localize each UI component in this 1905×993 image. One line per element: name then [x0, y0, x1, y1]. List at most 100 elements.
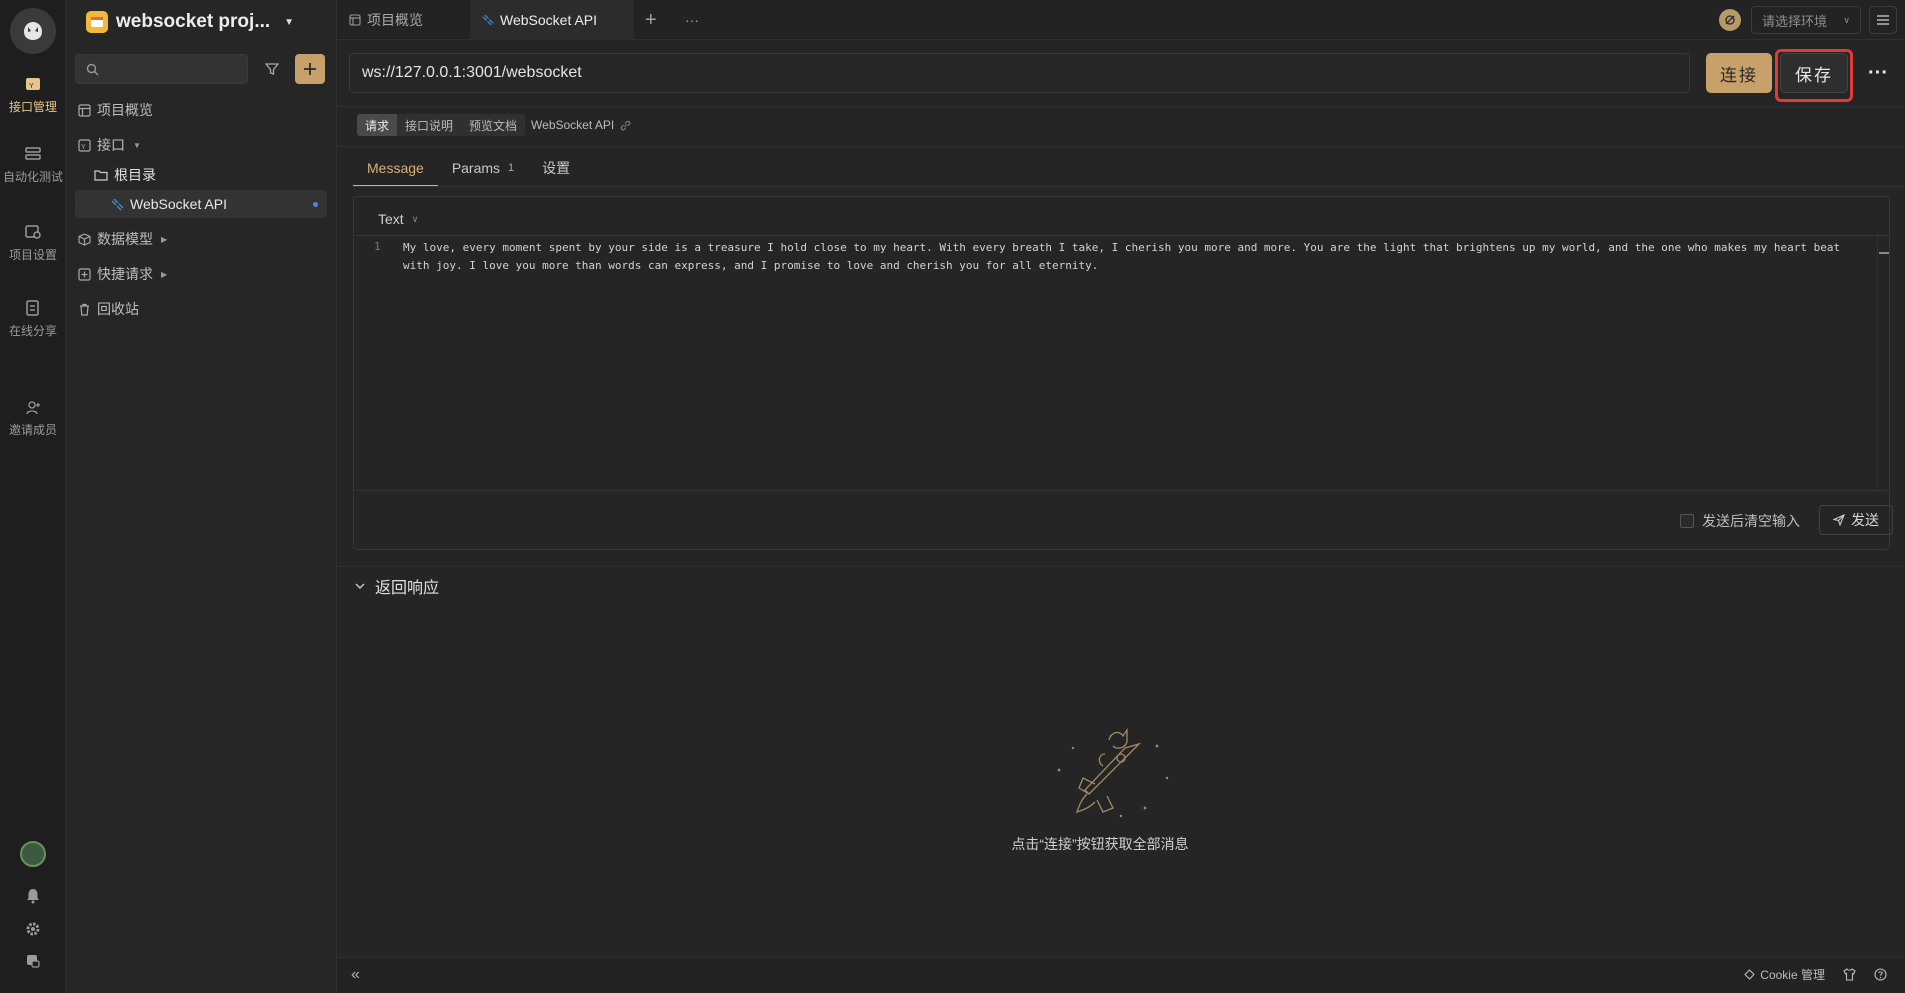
env-area: 请选择环境 ∨ — [1719, 0, 1905, 40]
more-actions-button[interactable]: ··· — [1858, 53, 1898, 93]
subtab-preview[interactable]: 预览文档 — [461, 114, 526, 136]
rail-label: 自动化测试 — [2, 170, 63, 184]
avatar[interactable] — [20, 841, 46, 867]
tree-item-websocket-api[interactable]: WebSocket API — [111, 191, 227, 217]
svg-text:Y: Y — [81, 144, 86, 151]
save-button[interactable]: 保存 — [1780, 53, 1848, 93]
tab-settings[interactable]: 设置 — [528, 150, 584, 186]
filter-button[interactable] — [257, 54, 287, 84]
tree-item-quick-request[interactable]: 快捷请求 ▶ — [78, 261, 167, 287]
rail-item-share[interactable]: 在线分享 — [0, 290, 66, 348]
divider — [337, 146, 1905, 147]
tree-label: WebSocket API — [130, 196, 228, 212]
double-chevron-left-icon: « — [351, 966, 360, 983]
help-icon[interactable] — [1874, 968, 1887, 981]
share-icon — [26, 300, 39, 316]
overview-icon — [349, 14, 361, 26]
rail-item-automation[interactable]: 自动化测试 — [0, 136, 66, 194]
response-title: 返回响应 — [375, 580, 440, 597]
search-box[interactable] — [75, 54, 248, 84]
send-button[interactable]: 发送 — [1819, 505, 1893, 535]
main-panel: 项目概览 WebSocket API + ··· 请选择环境 ∨ ws://12… — [337, 0, 1905, 993]
trash-icon — [80, 303, 89, 316]
env-status-icon[interactable] — [1719, 9, 1741, 31]
tree-item-interface[interactable]: Y 接口 ▼ — [78, 132, 141, 158]
rail-label: 项目设置 — [8, 248, 57, 262]
tab-params[interactable]: Params 1 — [438, 150, 528, 186]
help-desk-icon[interactable] — [25, 953, 41, 969]
tab-bar: 项目概览 WebSocket API + ··· 请选择环境 ∨ — [337, 0, 1905, 40]
message-editor: Text ∨ 1 My love, every moment spent by … — [353, 196, 1893, 550]
connect-button[interactable]: 连接 — [1706, 53, 1772, 93]
tree-item-overview[interactable]: 项目概览 — [78, 97, 153, 123]
env-select[interactable]: 请选择环境 ∨ — [1751, 6, 1861, 34]
env-placeholder: 请选择环境 — [1762, 13, 1828, 29]
project-settings-icon — [25, 225, 41, 239]
rail-label: 接口管理 — [8, 100, 57, 114]
divider — [353, 186, 1905, 187]
url-input[interactable] — [349, 53, 1690, 93]
automation-icon — [25, 147, 41, 160]
tree-label: 项目概览 — [97, 102, 153, 118]
cookie-manager-link[interactable]: Cookie 管理 — [1744, 966, 1825, 983]
rail-item-api-management[interactable]: Y 接口管理 — [0, 66, 66, 124]
message-content[interactable]: My love, every moment spent by your side… — [403, 239, 1863, 275]
divider — [337, 566, 1905, 567]
unsaved-dot — [313, 202, 318, 207]
clear-after-send-checkbox[interactable] — [1680, 514, 1694, 528]
line-number: 1 — [374, 240, 381, 253]
project-name: websocket proj... — [116, 11, 271, 32]
send-icon — [1833, 514, 1845, 526]
status-actions: Cookie 管理 — [1744, 966, 1887, 983]
rail-item-project-settings[interactable]: 项目设置 — [0, 214, 66, 272]
shirt-icon[interactable] — [1843, 968, 1856, 981]
tree-item-root-dir[interactable]: 根目录 — [94, 162, 156, 188]
invite-icon — [26, 401, 40, 415]
app-root: Y 接口管理 自动化测试 项目设置 在线分享 邀请成员 websocket pr… — [0, 0, 1905, 993]
subtab-request[interactable]: 请求 — [357, 114, 398, 136]
tab-websocket-api[interactable]: WebSocket API — [470, 0, 634, 40]
menu-button[interactable] — [1869, 6, 1897, 34]
tree-item-recycle-bin[interactable]: 回收站 — [78, 296, 139, 322]
editor-scrollbar[interactable] — [1877, 236, 1889, 492]
add-tab-button[interactable]: + — [645, 0, 657, 40]
tab-message[interactable]: Message — [353, 150, 438, 187]
link-icon[interactable] — [620, 120, 631, 131]
rail-label: 邀请成员 — [8, 423, 57, 437]
svg-text:Y: Y — [29, 83, 34, 90]
rail-item-invite[interactable]: 邀请成员 — [0, 390, 66, 448]
clear-after-send-toggle[interactable]: 发送后清空输入 — [1680, 511, 1800, 531]
hamburger-icon — [1877, 15, 1889, 25]
gear-icon[interactable] — [25, 921, 41, 937]
message-tabs: Message Params 1 设置 — [353, 150, 584, 187]
tab-more-button[interactable]: ··· — [685, 0, 699, 40]
project-switcher[interactable]: websocket proj... ▼ — [86, 8, 294, 36]
divider — [337, 106, 1905, 107]
chevron-down-icon: ∨ — [1843, 14, 1850, 25]
tree-label: 接口 — [97, 137, 125, 153]
tree-label: 数据模型 — [97, 231, 153, 247]
notifications[interactable] — [0, 888, 66, 904]
settings[interactable] — [0, 921, 66, 937]
format-select[interactable]: Text ∨ — [378, 207, 418, 231]
chevron-down-icon: ∨ — [411, 213, 419, 224]
user-avatar-wrap[interactable] — [0, 841, 66, 867]
collapse-sidebar-button[interactable]: « — [351, 966, 360, 984]
code-editor[interactable]: 1 My love, every moment spent by your si… — [354, 235, 1889, 492]
response-section-toggle[interactable]: 返回响应 — [355, 574, 439, 598]
folder-icon — [94, 170, 108, 181]
search-input[interactable] — [105, 61, 245, 77]
bell-icon[interactable] — [26, 888, 40, 904]
subtab-doc[interactable]: 接口说明 — [397, 114, 462, 136]
help-desk[interactable] — [0, 953, 66, 969]
project-icon — [86, 11, 108, 33]
app-logo[interactable] — [10, 8, 56, 54]
tab-label: Message — [367, 160, 424, 176]
clear-after-send-label: 发送后清空输入 — [1702, 513, 1800, 529]
add-button[interactable] — [295, 54, 325, 84]
tree-label: 快捷请求 — [97, 266, 153, 282]
cookie-label: Cookie 管理 — [1760, 968, 1825, 982]
tab-project-overview[interactable]: 项目概览 — [337, 0, 470, 40]
project-sidebar: websocket proj... ▼ 项目概览 Y 接口 ▼ 根目录 WebS… — [66, 0, 337, 993]
tree-item-data-model[interactable]: 数据模型 ▶ — [78, 226, 167, 252]
